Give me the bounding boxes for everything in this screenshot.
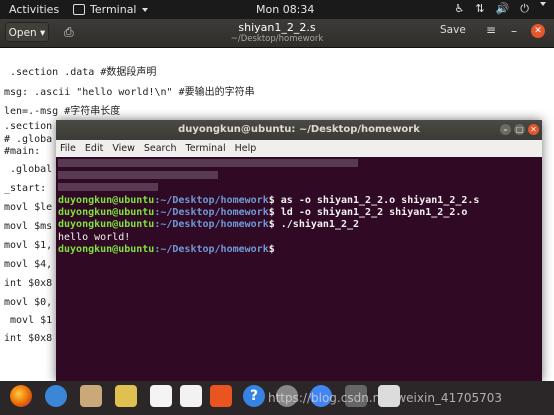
code-line: movl $1	[4, 315, 53, 326]
menu-edit[interactable]: Edit	[85, 140, 103, 157]
minimize-icon[interactable]: –	[511, 24, 517, 38]
code-line: .section .data #数据段声明	[4, 67, 157, 78]
terminal-line: duyongkun@ubuntu:~/Desktop/homework$	[58, 244, 275, 255]
writer-icon[interactable]	[150, 385, 172, 407]
code-line: .section	[4, 121, 53, 132]
thunderbird-icon[interactable]	[45, 385, 67, 407]
accessibility-icon[interactable]: ♿	[455, 2, 465, 16]
code-line: movl $0,	[4, 297, 53, 308]
terminal-titlebar[interactable]: duyongkun@ubuntu: ~/Desktop/homework – □…	[56, 120, 542, 140]
code-line: msg: .ascii "hello world!\n" #要输出的字符串	[4, 87, 255, 98]
document-path: ~/Desktop/homework	[230, 34, 324, 44]
impress-icon[interactable]	[180, 385, 202, 407]
app-menu-label: Terminal	[90, 3, 137, 16]
watermark: https://blog.csdn.net/weixin_41705703	[268, 391, 503, 405]
chevron-down-icon	[141, 7, 148, 12]
code-line: int $0x8	[4, 278, 53, 289]
menu-terminal[interactable]: Terminal	[186, 140, 226, 157]
code-line: movl $le	[4, 202, 53, 213]
volume-icon[interactable]: 🔊	[496, 2, 510, 16]
close-icon[interactable]: ✕	[528, 124, 539, 135]
code-line: movl $1,	[4, 240, 53, 251]
system-tray[interactable]: ♿ ⇅ 🔊 ⏻	[455, 2, 546, 16]
terminal-icon	[73, 4, 85, 15]
clock[interactable]: Mon 08:34	[256, 3, 314, 16]
redacted-line	[58, 159, 358, 167]
terminal-line: duyongkun@ubuntu:~/Desktop/homework$ ld …	[58, 207, 468, 218]
chevron-down-icon[interactable]	[540, 2, 546, 6]
code-line: _start:	[4, 183, 53, 194]
files-icon[interactable]	[80, 385, 102, 407]
program-output: hello world!	[58, 232, 131, 243]
terminal-window: duyongkun@ubuntu: ~/Desktop/homework – □…	[56, 120, 542, 382]
menu-view[interactable]: View	[112, 140, 135, 157]
terminal-line: duyongkun@ubuntu:~/Desktop/homework$ ./s…	[58, 219, 360, 230]
document-title: shiyan1_2_2.s	[238, 21, 316, 34]
code-line: movl $4,	[4, 259, 53, 270]
top-bar: Activities Terminal Mon 08:34 ♿ ⇅ 🔊 ⏻	[0, 0, 554, 19]
terminal-output[interactable]: duyongkun@ubuntu:~/Desktop/homework$ as …	[56, 157, 542, 382]
redacted-line	[58, 171, 218, 179]
menu-file[interactable]: File	[60, 140, 76, 157]
code-line: #main:	[4, 146, 41, 157]
maximize-icon[interactable]: □	[514, 124, 525, 135]
help-icon[interactable]: ?	[243, 385, 265, 407]
terminal-line: duyongkun@ubuntu:~/Desktop/homework$ as …	[58, 195, 480, 206]
redacted-line	[58, 183, 158, 191]
code-line: # .globa	[4, 134, 53, 145]
app-menu[interactable]: Terminal	[73, 3, 148, 16]
network-icon[interactable]: ⇅	[475, 2, 484, 16]
menu-help[interactable]: Help	[235, 140, 257, 157]
minimize-icon[interactable]: –	[500, 124, 511, 135]
save-button[interactable]: Save	[440, 24, 466, 36]
code-line: movl $ms	[4, 221, 53, 232]
power-icon[interactable]: ⏻	[520, 2, 529, 16]
rhythmbox-icon[interactable]	[115, 385, 137, 407]
activities-button[interactable]: Activities	[9, 3, 59, 16]
close-icon[interactable]: ✕	[531, 24, 545, 38]
firefox-icon[interactable]	[10, 385, 32, 407]
hamburger-menu-icon[interactable]: ≡	[486, 23, 496, 37]
menu-search[interactable]: Search	[144, 140, 177, 157]
terminal-title: duyongkun@ubuntu: ~/Desktop/homework	[178, 124, 420, 135]
software-center-icon[interactable]	[210, 385, 232, 407]
code-line: len=.-msg #字符串长度	[4, 106, 121, 117]
code-line: .global	[4, 164, 53, 175]
terminal-menubar: File Edit View Search Terminal Help	[56, 140, 542, 157]
code-line: int $0x8	[4, 333, 53, 344]
gedit-headerbar: Open ▾ ⎙ shiyan1_2_2.s ~/Desktop/homewor…	[0, 19, 554, 48]
